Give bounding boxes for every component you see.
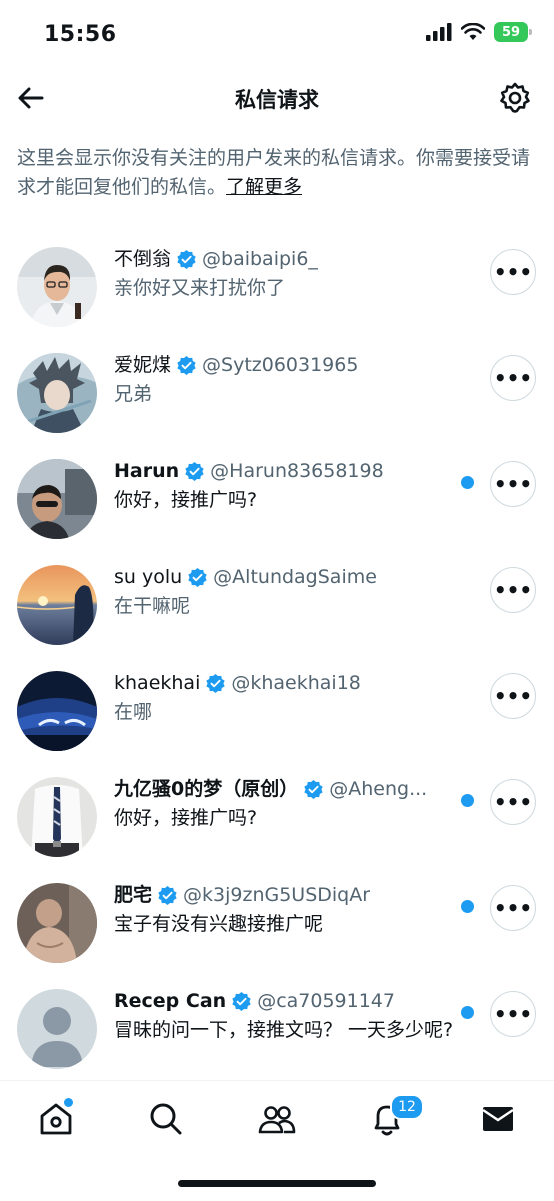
avatar[interactable] bbox=[17, 989, 97, 1069]
verified-badge-icon bbox=[304, 779, 323, 799]
message-preview: 你好，接推广吗? bbox=[114, 489, 258, 511]
message-preview: 在干嘛呢 bbox=[114, 595, 191, 617]
sender-handle: @Aheng... bbox=[329, 778, 428, 800]
request-item[interactable]: 肥宅 @k3j9znG5USDiqAr 宝子有没有兴趣接推广呢 ••• bbox=[0, 866, 554, 972]
sender-name: Harun bbox=[114, 460, 180, 482]
verified-badge-icon bbox=[177, 355, 196, 375]
more-options-button[interactable]: ••• bbox=[490, 885, 536, 931]
request-item[interactable]: 九亿骚0的梦（原创） @Aheng... 你好，接推广吗? ••• bbox=[0, 760, 554, 866]
sender-handle: @ca70591147 bbox=[257, 990, 395, 1012]
message-preview: 在哪 bbox=[114, 701, 153, 723]
sender-name: 爱妮煤 bbox=[114, 354, 172, 376]
request-list: 不倒翁 @baibaipi6_ 亲你好又来打扰你了 ••• 爱妮煤 @Sytz0… bbox=[0, 230, 554, 1102]
sender-name: su yolu bbox=[114, 566, 183, 588]
wifi-icon bbox=[461, 23, 485, 40]
verified-badge-icon bbox=[185, 461, 204, 481]
verified-badge-icon bbox=[232, 991, 251, 1011]
request-item[interactable]: su yolu @AltundagSaime 在干嘛呢 ••• bbox=[0, 548, 554, 654]
verified-badge-icon bbox=[177, 249, 196, 269]
signal-icon bbox=[426, 23, 452, 41]
sender-name: khaekhai bbox=[114, 672, 201, 694]
messages-icon[interactable] bbox=[478, 1099, 518, 1139]
sender-name: 不倒翁 bbox=[114, 248, 172, 270]
avatar[interactable] bbox=[17, 565, 97, 645]
more-options-button[interactable]: ••• bbox=[490, 673, 536, 719]
message-preview: 兄弟 bbox=[114, 383, 153, 405]
more-options-button[interactable]: ••• bbox=[490, 567, 536, 613]
sender-name: 九亿骚0的梦（原创） bbox=[114, 778, 299, 800]
home-notification-dot bbox=[62, 1096, 75, 1109]
message-preview: 你好，接推广吗? bbox=[114, 807, 258, 829]
sender-name: 肥宅 bbox=[114, 884, 153, 906]
request-item[interactable]: 不倒翁 @baibaipi6_ 亲你好又来打扰你了 ••• bbox=[0, 230, 554, 336]
avatar[interactable] bbox=[17, 459, 97, 539]
avatar[interactable] bbox=[17, 883, 97, 963]
more-options-button[interactable]: ••• bbox=[490, 249, 536, 295]
avatar[interactable] bbox=[17, 247, 97, 327]
avatar[interactable] bbox=[17, 671, 97, 751]
sender-handle: @AltundagSaime bbox=[213, 566, 377, 588]
message-preview: 亲你好又来打扰你了 bbox=[114, 277, 286, 299]
verified-badge-icon bbox=[188, 567, 207, 587]
avatar[interactable] bbox=[17, 777, 97, 857]
gear-icon[interactable] bbox=[498, 81, 532, 115]
request-item[interactable]: 爱妮煤 @Sytz06031965 兄弟 ••• bbox=[0, 336, 554, 442]
search-icon[interactable] bbox=[146, 1099, 186, 1139]
header: 私信请求 bbox=[0, 70, 554, 128]
sender-name: Recep Can bbox=[114, 990, 227, 1012]
sender-handle: @Harun83658198 bbox=[210, 460, 384, 482]
status-bar: 15:56 59 bbox=[0, 0, 554, 70]
request-item[interactable]: khaekhai @khaekhai18 在哪 ••• bbox=[0, 654, 554, 760]
page-title: 私信请求 bbox=[235, 88, 319, 112]
verified-badge-icon bbox=[206, 673, 226, 693]
message-preview: 宝子有没有兴趣接推广呢 bbox=[114, 913, 324, 935]
notifications-badge: 12 bbox=[390, 1094, 424, 1120]
learn-more-link[interactable]: 了解更多 bbox=[226, 176, 302, 198]
intro-text: 这里会显示你没有关注的用户发来的私信请求。你需要接受请求才能回复他们的私信。了解… bbox=[17, 144, 539, 202]
request-item[interactable]: Harun @Harun83658198 你好，接推广吗? ••• bbox=[0, 442, 554, 548]
more-options-button[interactable]: ••• bbox=[490, 779, 536, 825]
sender-handle: @k3j9znG5USDiqAr bbox=[183, 884, 371, 906]
more-options-button[interactable]: ••• bbox=[490, 991, 536, 1037]
more-options-button[interactable]: ••• bbox=[490, 461, 536, 507]
sender-handle: @Sytz06031965 bbox=[202, 354, 359, 376]
status-time: 15:56 bbox=[44, 22, 117, 47]
sender-handle: @khaekhai18 bbox=[231, 672, 361, 694]
sender-handle: @baibaipi6_ bbox=[202, 248, 318, 270]
message-preview: 冒昧的问一下，接推文吗？ 一天多少呢? bbox=[114, 1019, 454, 1041]
avatar[interactable] bbox=[17, 353, 97, 433]
status-icons: 59 bbox=[426, 22, 532, 42]
more-options-button[interactable]: ••• bbox=[490, 355, 536, 401]
verified-badge-icon bbox=[158, 885, 177, 905]
home-indicator bbox=[178, 1180, 376, 1187]
battery-icon: 59 bbox=[494, 22, 532, 42]
communities-icon[interactable] bbox=[257, 1099, 297, 1139]
